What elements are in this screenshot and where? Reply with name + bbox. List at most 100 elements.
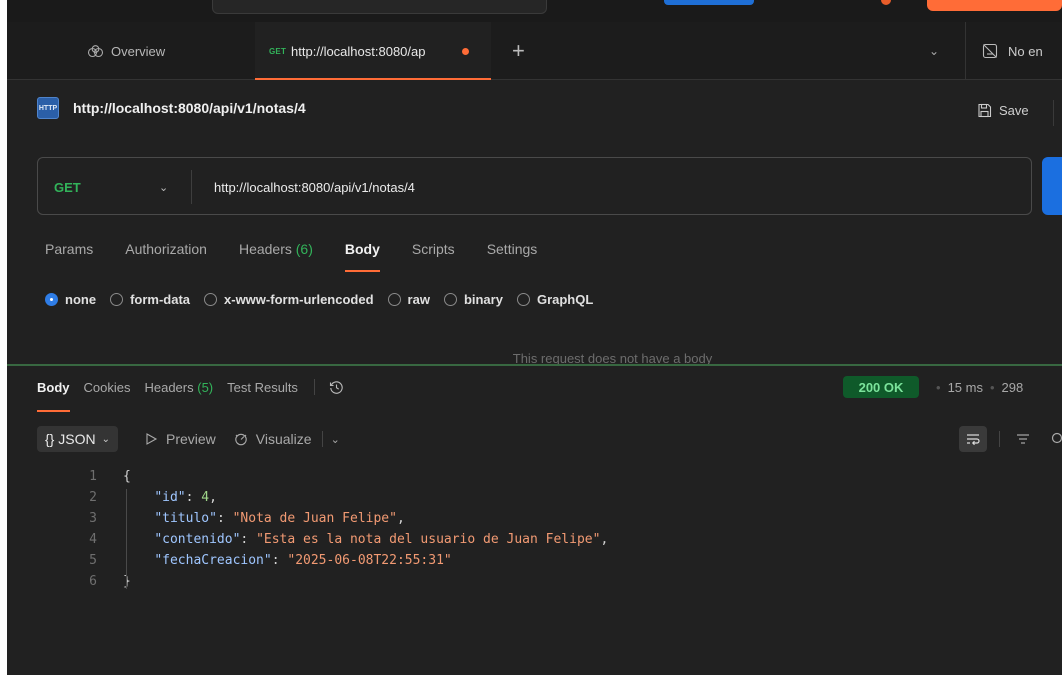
radio-icon [516,293,530,306]
unsaved-dot-icon [462,47,470,55]
url-bar: GET ⌄ http://localhost:8080/api/v1/notas… [37,157,1032,215]
tab-request-label: http://localhost:8080/ap [291,43,426,59]
meta-separator: • [989,379,995,395]
tab-headers[interactable]: Headers (6) [239,241,313,271]
meta-separator: • [936,379,941,395]
tab-scripts[interactable]: Scripts [412,241,455,271]
radio-none[interactable]: none [45,292,96,307]
tab-params[interactable]: Params [45,241,93,271]
invite-button[interactable] [664,0,754,5]
tab-authorization[interactable]: Authorization [125,241,207,271]
save-divider [1053,100,1054,126]
wrap-lines-button[interactable] [959,426,987,452]
upgrade-button[interactable] [927,0,1062,11]
tab-headers-label: Headers [238,241,292,257]
postman-window: Overview GET http://localhost:8080/ap + … [7,0,1062,675]
chevron-down-icon[interactable]: ⌄ [159,158,168,216]
response-tabs: Body Cookies Headers (5) Test Results [37,376,344,412]
save-label: Save [999,103,1029,118]
chevron-down-icon: ⌄ [101,433,110,445]
request-title[interactable]: http://localhost:8080/api/v1/notas/4 [73,100,306,116]
json-value: "2025-06-08T22:55:31" [287,553,452,568]
pane-splitter[interactable] [7,364,1062,366]
code-line: 2 "id": 4, [67,487,608,508]
top-strip [7,0,1062,22]
line-number: 1 [89,469,97,484]
radio-form-data[interactable]: form-data [110,292,190,307]
line-number: 4 [89,532,97,547]
response-time[interactable]: 15 ms [948,380,983,395]
json-value: 4 [201,490,210,505]
radio-graphql-label: GraphQL [536,292,594,307]
radio-urlencoded[interactable]: x-www-form-urlencoded [204,292,374,307]
radio-none-label: none [65,292,97,307]
filter-icon [1017,434,1029,444]
environment-selector[interactable]: No en [982,22,1043,80]
method-select[interactable]: GET [54,158,81,216]
no-body-message: This request does not have a body [512,351,713,364]
code-line: 1{ [67,466,608,487]
radio-graphql[interactable]: GraphQL [516,292,594,307]
tab-test-results[interactable]: Test Results [227,380,298,395]
tab-request[interactable]: GET http://localhost:8080/ap [255,22,491,80]
code-line: 3 "titulo": "Nota de Juan Felipe", [67,508,608,529]
tab-body[interactable]: Body [344,241,380,272]
search-icon [1051,432,1062,444]
preview-button[interactable]: Preview [144,431,216,447]
tab-response-headers-label: Headers [144,379,194,395]
global-search-input[interactable] [212,0,547,14]
code-line: 5 "fechaCreacion": "2025-06-08T22:55:31" [67,550,608,571]
search-button[interactable] [1051,426,1062,452]
tab-settings[interactable]: Settings [487,241,538,271]
tab-response-body[interactable]: Body [37,380,70,412]
line-number: 6 [89,574,97,589]
no-environment-icon [982,43,998,59]
notification-indicator[interactable] [881,0,891,5]
json-value: "Nota de Juan Felipe" [232,511,397,526]
response-meta: • 15 ms • 298 [929,376,1023,398]
status-badge[interactable]: 200 OK [843,376,919,398]
visualize-button[interactable]: Visualize [234,431,312,447]
radio-raw-label: raw [407,292,430,307]
radio-icon [204,293,218,306]
tab-overview-label: Overview [111,43,166,59]
new-tab-button[interactable]: + [512,22,525,80]
radio-icon [387,293,401,306]
tab-response-headers[interactable]: Headers (5) [144,380,213,395]
code-line: 4 "contenido": "Esta es la nota del usua… [67,529,608,550]
preview-label: Preview [165,431,216,447]
tab-list-chevron-icon[interactable]: ⌄ [929,22,939,80]
format-select[interactable]: {} JSON ⌄ [37,426,118,452]
url-divider [191,170,192,204]
url-input[interactable]: http://localhost:8080/api/v1/notas/4 [214,158,415,216]
send-button[interactable] [1042,157,1062,215]
json-value: "Esta es la nota del usuario de Juan Fel… [256,532,601,547]
body-type-radios: none form-data x-www-form-urlencoded raw… [45,292,607,307]
tab-method-badge: GET [269,46,287,56]
save-button[interactable]: Save [977,103,1029,118]
environment-label: No en [1008,43,1043,59]
json-key: "titulo" [154,511,217,526]
visualize-chevron-icon[interactable]: ⌄ [331,433,340,446]
json-key: "fechaCreacion" [154,553,272,568]
radio-raw[interactable]: raw [387,292,430,307]
json-open-brace: { [123,469,131,484]
request-tabs: Params Authorization Headers (6) Body Sc… [45,241,569,272]
tab-response-cookies[interactable]: Cookies [84,380,131,395]
indent-guide [126,489,127,589]
response-size[interactable]: 298 [1002,380,1024,395]
tab-overview[interactable]: Overview [87,22,165,80]
filter-button[interactable] [1012,426,1034,452]
request-header: HTTP http://localhost:8080/api/v1/notas/… [37,97,306,119]
history-icon[interactable] [329,380,344,395]
radio-binary-label: binary [463,292,503,307]
json-key: "contenido" [154,532,241,547]
radio-binary[interactable]: binary [443,292,503,307]
response-headers-count: (5) [197,379,214,395]
response-code-viewer[interactable]: 1{ 2 "id": 4, 3 "titulo": "Nota de Juan … [67,466,608,592]
environment-divider [965,22,966,80]
headers-count-badge: (6) [295,241,313,257]
visualize-label: Visualize [255,431,312,447]
response-tabs-divider [313,379,315,395]
radio-urlencoded-label: x-www-form-urlencoded [224,292,374,307]
